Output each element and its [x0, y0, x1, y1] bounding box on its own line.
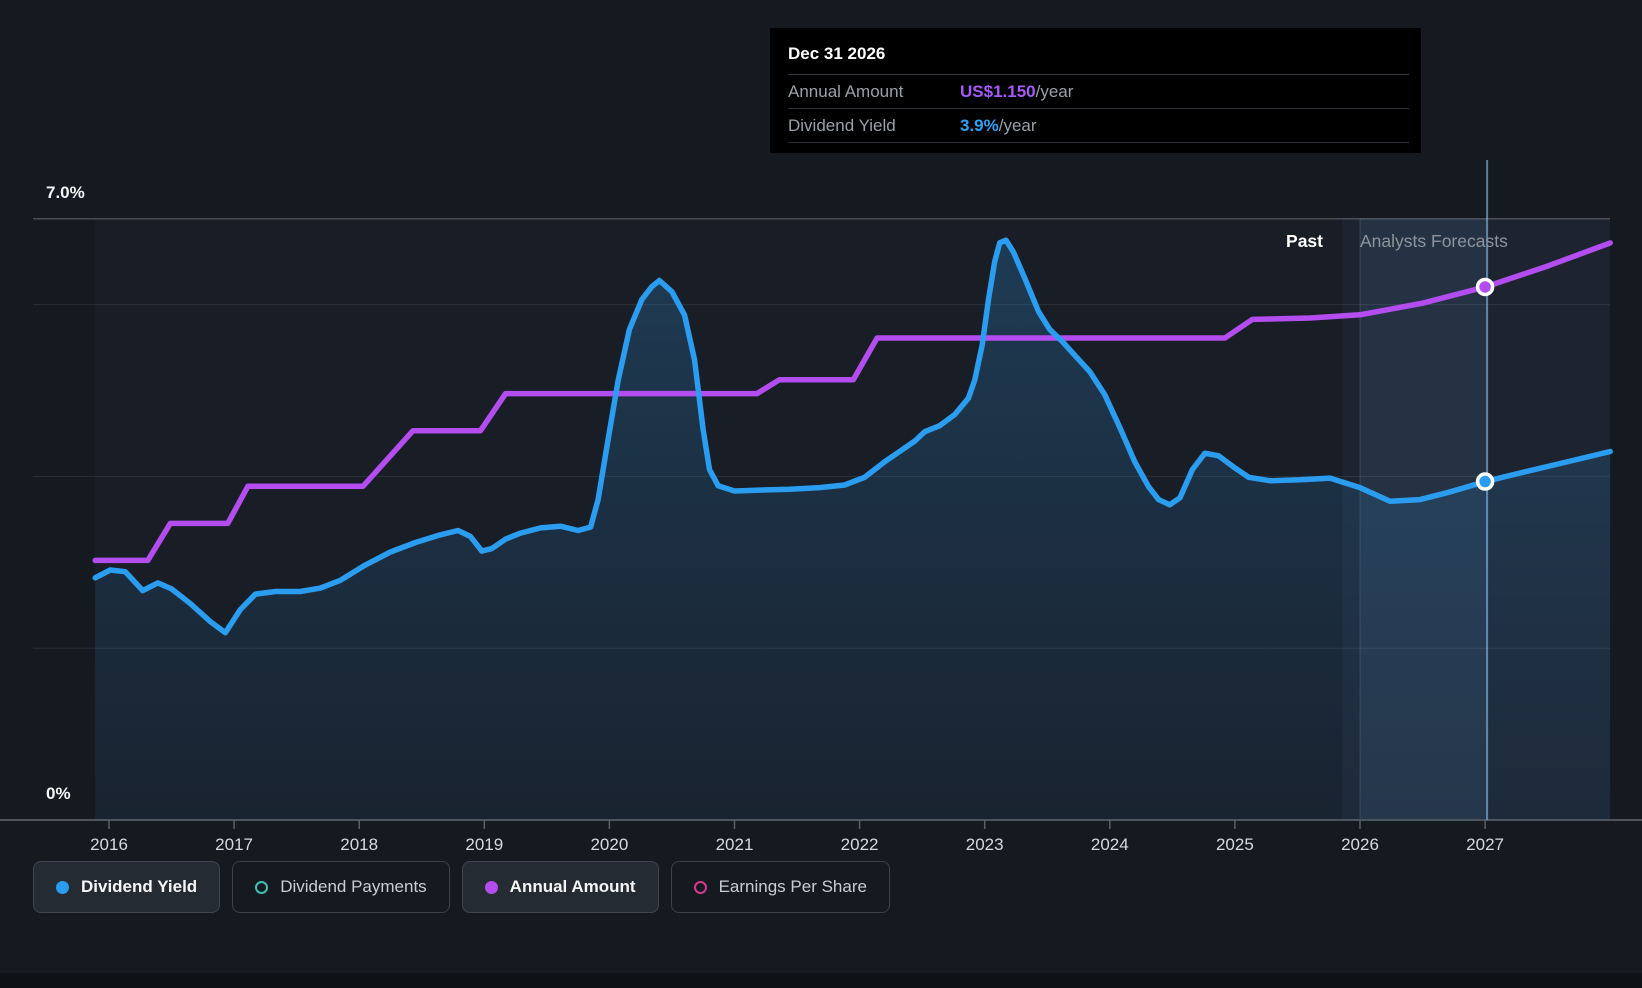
legend-label: Earnings Per Share [719, 877, 867, 897]
chart-legend: Dividend Yield Dividend Payments Annual Am… [33, 861, 890, 913]
tooltip-annual-label: Annual Amount [788, 82, 960, 102]
bottom-bar [0, 973, 1642, 988]
tooltip-date: Dec 31 2026 [788, 38, 1409, 75]
x-axis-label-2021: 2021 [700, 835, 770, 855]
past-zone-label: Past [1153, 231, 1323, 252]
x-axis-label-2018: 2018 [324, 835, 394, 855]
x-axis-label-2019: 2019 [449, 835, 519, 855]
tooltip-row-dividend-yield: Dividend Yield 3.9% /year [788, 109, 1409, 143]
x-axis-label-2026: 2026 [1325, 835, 1395, 855]
x-axis-label-2016: 2016 [74, 835, 144, 855]
legend-button-earnings-per-share[interactable]: Earnings Per Share [671, 861, 890, 913]
tooltip-yield-value: 3.9% [960, 116, 999, 136]
x-axis-label-2022: 2022 [825, 835, 895, 855]
x-axis-label-2027: 2027 [1450, 835, 1520, 855]
y-axis-top-label: 7.0% [46, 183, 85, 203]
x-axis-label-2023: 2023 [950, 835, 1020, 855]
marker-dividend_yield [1478, 474, 1493, 489]
y-axis-zero-label: 0% [46, 784, 71, 804]
tooltip-yield-suffix: /year [999, 116, 1037, 136]
x-axis-label-2024: 2024 [1075, 835, 1145, 855]
tooltip-row-annual-amount: Annual Amount US$1.150 /year [788, 75, 1409, 109]
legend-label: Dividend Yield [81, 877, 197, 897]
legend-button-dividend-yield[interactable]: Dividend Yield [33, 861, 220, 913]
legend-button-annual-amount[interactable]: Annual Amount [462, 861, 659, 913]
legend-dot-icon [694, 881, 707, 894]
tooltip-yield-label: Dividend Yield [788, 116, 960, 136]
x-axis-label-2025: 2025 [1200, 835, 1270, 855]
legend-button-dividend-payments[interactable]: Dividend Payments [232, 861, 449, 913]
legend-label: Annual Amount [510, 877, 636, 897]
chart-tooltip: Dec 31 2026 Annual Amount US$1.150 /year… [770, 28, 1421, 153]
forecast-zone-label: Analysts Forecasts [1360, 231, 1508, 252]
dividend-history-chart-page: 7.0% 0% Past Analysts Forecasts 2016 2017… [0, 0, 1642, 988]
x-axis-label-2017: 2017 [199, 835, 269, 855]
tooltip-annual-suffix: /year [1036, 82, 1074, 102]
legend-label: Dividend Payments [280, 877, 426, 897]
legend-dot-icon [255, 881, 268, 894]
legend-dot-icon [485, 881, 498, 894]
tooltip-annual-value: US$1.150 [960, 82, 1036, 102]
marker-annual_amount [1478, 279, 1493, 294]
x-axis-label-2020: 2020 [574, 835, 644, 855]
legend-dot-icon [56, 881, 69, 894]
